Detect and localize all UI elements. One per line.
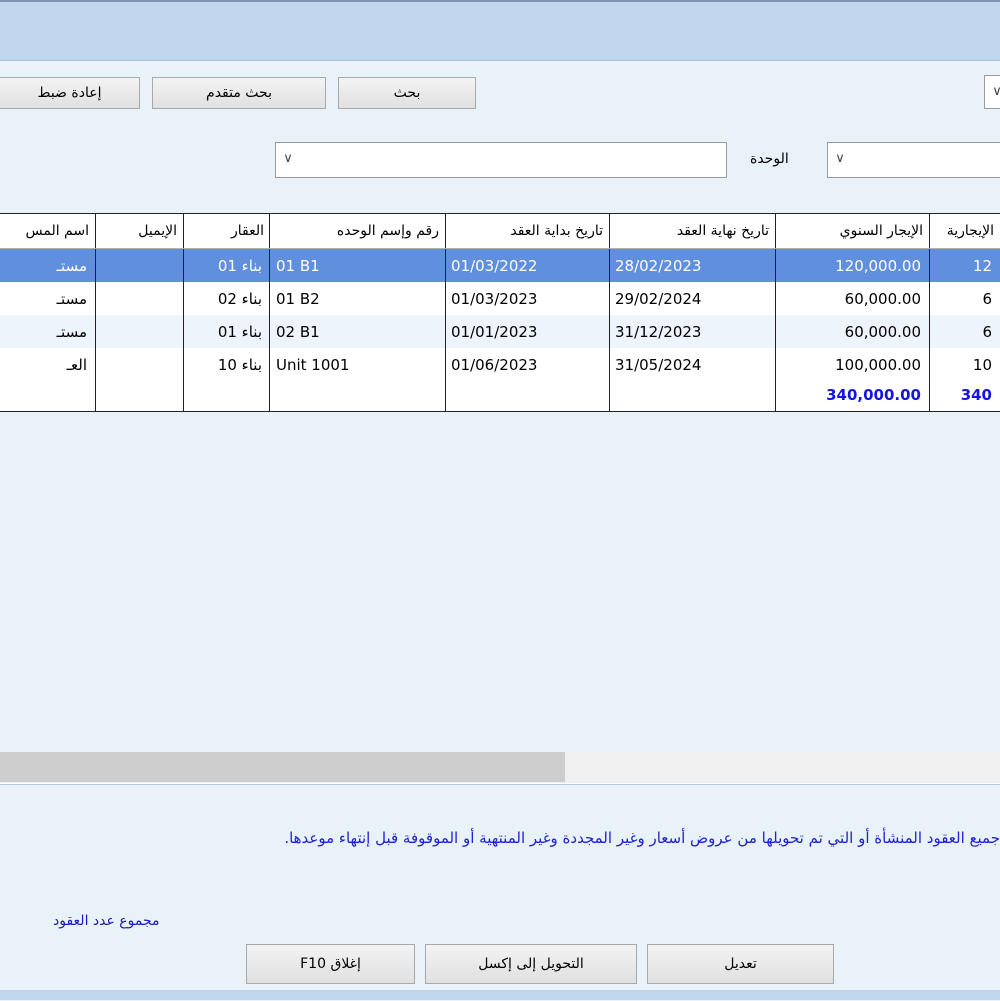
cell-email <box>95 249 183 282</box>
cell-unit: 01 B2 <box>276 289 320 308</box>
totals-row: 340 340,000.00 <box>0 378 1000 411</box>
cell-rent: 6 <box>982 289 992 308</box>
column-header-end-date[interactable]: تاريخ نهاية العقد <box>609 213 775 248</box>
column-header-start-date[interactable]: تاريخ بداية العقد <box>445 213 609 248</box>
cell-unit: 01 B1 <box>276 256 320 275</box>
search-button[interactable]: بحث <box>338 77 476 109</box>
cell-annual-rent: 100,000.00 <box>835 355 921 374</box>
chevron-down-icon: ∨ <box>283 151 293 166</box>
column-header-property[interactable]: العقار <box>183 213 270 248</box>
cell-end-date: 31/05/2024 <box>615 355 702 374</box>
total-rent: 340 <box>960 385 992 404</box>
cell-start-date: 01/06/2023 <box>451 355 538 374</box>
table-row[interactable]: 10 100,000.00 31/05/2024 01/06/2023 Unit… <box>0 348 1000 381</box>
column-header-label: العقار <box>230 222 264 239</box>
table-row[interactable]: 12 120,000.00 28/02/2023 01/03/2022 01 B… <box>0 249 1000 282</box>
column-header-label: اسم المس <box>25 222 90 239</box>
column-header-label: رقم وإسم الوحده <box>336 222 439 239</box>
property-dropdown[interactable]: ∨ <box>827 142 1000 178</box>
cell-start-date: 01/03/2022 <box>451 256 538 275</box>
contracts-grid[interactable]: الإيجارية الإيجار السنوي تاريخ نهاية الع… <box>0 213 1000 413</box>
reset-button-label: إعادة ضبط <box>37 85 102 101</box>
export-excel-button[interactable]: التحويل إلى إكسل <box>425 944 637 984</box>
scrollbar-thumb[interactable] <box>0 752 565 782</box>
cell-property: بناء 02 <box>217 289 262 308</box>
column-header-email[interactable]: الإيميل <box>95 213 183 248</box>
column-header-label: تاريخ بداية العقد <box>510 222 603 239</box>
contracts-count-label: مجموع عدد العقود <box>53 913 160 929</box>
cell-tenant-name: مستـ <box>56 322 87 341</box>
table-row[interactable]: 6 60,000.00 29/02/2024 01/03/2023 01 B2 … <box>0 282 1000 315</box>
cell-property: بناء 01 <box>217 322 262 341</box>
column-divider <box>183 213 184 412</box>
cell-start-date: 01/01/2023 <box>451 322 538 341</box>
cell-property: بناء 10 <box>217 355 262 374</box>
column-header-unit[interactable]: رقم وإسم الوحده <box>270 213 445 248</box>
column-divider <box>929 213 930 412</box>
cell-property: بناء 01 <box>217 256 262 275</box>
cell-unit: Unit 1001 <box>276 355 350 374</box>
cell-rent: 10 <box>972 355 992 374</box>
column-header-annual-rent[interactable]: الإيجار السنوي <box>775 213 929 248</box>
column-header-rent[interactable]: الإيجارية <box>929 213 1000 248</box>
top-right-dropdown[interactable]: ∨ <box>984 75 1000 109</box>
cell-tenant-name: مستـ <box>56 256 87 275</box>
cell-rent: 12 <box>972 256 992 275</box>
cell-annual-rent: 60,000.00 <box>844 322 921 341</box>
unit-dropdown[interactable]: ∨ <box>275 142 727 178</box>
total-annual-rent: 340,000.00 <box>826 385 921 404</box>
cell-end-date: 31/12/2023 <box>615 322 702 341</box>
cell-tenant-name: العـ <box>66 355 87 374</box>
cell-annual-rent: 120,000.00 <box>835 256 921 275</box>
chevron-down-icon: ∨ <box>835 151 845 166</box>
export-excel-button-label: التحويل إلى إكسل <box>478 956 584 972</box>
column-header-tenant-name[interactable]: اسم المس <box>0 213 95 248</box>
advanced-search-button[interactable]: بحث متقدم <box>152 77 326 109</box>
table-row[interactable]: 6 60,000.00 31/12/2023 01/01/2023 02 B1 … <box>0 315 1000 348</box>
close-button[interactable]: إغلاق F10 <box>246 944 415 984</box>
window-bottom-strip <box>0 990 1000 1000</box>
grid-header-border <box>0 248 1000 249</box>
cell-annual-rent: 60,000.00 <box>844 289 921 308</box>
cell-rent: 6 <box>982 322 992 341</box>
search-button-label: بحث <box>393 85 421 101</box>
chevron-down-icon: ∨ <box>992 84 1000 99</box>
column-header-label: الإيجار السنوي <box>839 222 923 239</box>
cell-end-date: 28/02/2023 <box>615 256 702 275</box>
contracts-note: جميع العقود المنشأة أو التي تم تحويلها م… <box>284 829 1000 847</box>
cell-email <box>95 315 183 348</box>
edit-button-label: تعديل <box>724 956 757 972</box>
grid-top-border <box>0 213 1000 214</box>
grid-bottom-border <box>0 411 1000 412</box>
column-divider <box>445 213 446 412</box>
advanced-search-button-label: بحث متقدم <box>206 85 272 101</box>
cell-email <box>95 282 183 315</box>
column-divider <box>609 213 610 412</box>
cell-unit: 02 B1 <box>276 322 320 341</box>
titlebar-border <box>0 0 1000 2</box>
cell-tenant-name: مستـ <box>56 289 87 308</box>
cell-end-date: 29/02/2024 <box>615 289 702 308</box>
column-divider <box>775 213 776 412</box>
column-header-label: الإيجارية <box>946 222 994 239</box>
cell-email <box>95 348 183 381</box>
horizontal-scrollbar[interactable] <box>0 752 1000 782</box>
column-divider <box>95 213 96 412</box>
edit-button[interactable]: تعديل <box>647 944 834 984</box>
unit-label: الوحدة <box>750 151 789 167</box>
window-titlebar <box>0 0 1000 61</box>
column-header-label: تاريخ نهاية العقد <box>676 222 769 239</box>
column-divider <box>269 213 270 412</box>
reset-button[interactable]: إعادة ضبط <box>0 77 140 109</box>
column-header-label: الإيميل <box>138 222 177 239</box>
close-button-label: إغلاق F10 <box>300 956 361 972</box>
cell-start-date: 01/03/2023 <box>451 289 538 308</box>
